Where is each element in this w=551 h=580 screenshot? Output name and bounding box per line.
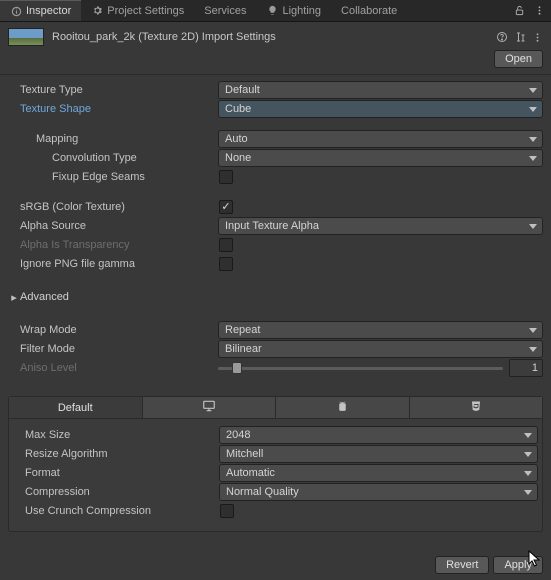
tab-project-settings[interactable]: Project Settings <box>81 0 194 21</box>
monitor-icon <box>202 399 216 416</box>
kebab-icon[interactable] <box>531 3 547 19</box>
component-menu-icon[interactable] <box>532 32 543 43</box>
mapping-dropdown[interactable]: Auto <box>218 130 543 148</box>
tab-label: Inspector <box>26 5 71 17</box>
tab-label: Lighting <box>282 5 321 17</box>
resize-label: Resize Algorithm <box>13 448 219 460</box>
gear-icon <box>91 5 103 17</box>
tab-bar: Inspector Project Settings Services Ligh… <box>0 0 551 22</box>
lock-icon[interactable] <box>511 3 527 19</box>
tab-services[interactable]: Services <box>194 0 256 21</box>
mapping-label: Mapping <box>8 133 218 145</box>
filter-mode-dropdown[interactable]: Bilinear <box>218 340 543 358</box>
format-label: Format <box>13 467 219 479</box>
aniso-label: Aniso Level <box>8 362 218 374</box>
info-icon <box>10 5 22 17</box>
help-icon[interactable] <box>496 31 508 43</box>
advanced-foldout[interactable]: ▸ Advanced <box>8 288 543 306</box>
resize-dropdown[interactable]: Mitchell <box>219 445 538 463</box>
convolution-label: Convolution Type <box>8 152 218 164</box>
crunch-checkbox[interactable] <box>220 504 234 518</box>
revert-button[interactable]: Revert <box>435 556 489 574</box>
fixup-checkbox[interactable] <box>219 170 233 184</box>
srgb-label: sRGB (Color Texture) <box>8 201 218 213</box>
asset-title: Rooitou_park_2k (Texture 2D) Import Sett… <box>52 31 276 43</box>
aniso-slider[interactable] <box>218 361 503 375</box>
filter-mode-label: Filter Mode <box>8 343 218 355</box>
texture-settings: Texture Type Default Texture Shape Cube … <box>0 81 551 386</box>
crunch-label: Use Crunch Compression <box>13 505 219 517</box>
texture-type-dropdown[interactable]: Default <box>218 81 543 99</box>
preset-icon[interactable] <box>514 31 526 43</box>
alpha-source-dropdown[interactable]: Input Texture Alpha <box>218 217 543 235</box>
aniso-field[interactable]: 1 <box>509 359 543 377</box>
platform-tab-label: Default <box>58 402 93 414</box>
tab-label: Project Settings <box>107 5 184 17</box>
open-button[interactable]: Open <box>494 50 543 68</box>
html5-icon <box>470 400 482 415</box>
tab-inspector[interactable]: Inspector <box>0 0 81 21</box>
texture-type-label: Texture Type <box>8 84 218 96</box>
max-size-label: Max Size <box>13 429 219 441</box>
platform-tab-android[interactable] <box>276 397 410 418</box>
apply-button[interactable]: Apply <box>493 556 543 574</box>
platform-settings: Default Max Size 2048 Resize Algorithm M… <box>8 396 543 532</box>
texture-shape-label: Texture Shape <box>8 103 218 115</box>
format-dropdown[interactable]: Automatic <box>219 464 538 482</box>
inspector-header: Rooitou_park_2k (Texture 2D) Import Sett… <box>0 22 551 50</box>
fixup-label: Fixup Edge Seams <box>8 171 218 183</box>
advanced-label: Advanced <box>20 291 69 303</box>
platform-tab-standalone[interactable] <box>143 397 277 418</box>
platform-tab-default[interactable]: Default <box>9 397 143 418</box>
tab-label: Collaborate <box>341 5 397 17</box>
compression-label: Compression <box>13 486 219 498</box>
tab-label: Services <box>204 5 246 17</box>
android-icon <box>336 400 349 416</box>
tab-collaborate[interactable]: Collaborate <box>331 0 407 21</box>
tab-lighting[interactable]: Lighting <box>256 0 331 21</box>
alpha-transparency-checkbox[interactable] <box>219 238 233 252</box>
alpha-transparency-label: Alpha Is Transparency <box>8 239 218 251</box>
compression-dropdown[interactable]: Normal Quality <box>219 483 538 501</box>
wrap-mode-dropdown[interactable]: Repeat <box>218 321 543 339</box>
asset-thumbnail <box>8 28 44 46</box>
alpha-source-label: Alpha Source <box>8 220 218 232</box>
ignore-png-checkbox[interactable] <box>219 257 233 271</box>
platform-tab-webgl[interactable] <box>410 397 543 418</box>
convolution-dropdown[interactable]: None <box>218 149 543 167</box>
max-size-dropdown[interactable]: 2048 <box>219 426 538 444</box>
ignore-png-label: Ignore PNG file gamma <box>8 258 218 270</box>
bulb-icon <box>266 5 278 17</box>
foldout-arrow-icon: ▸ <box>8 291 20 304</box>
texture-shape-dropdown[interactable]: Cube <box>218 100 543 118</box>
srgb-checkbox[interactable] <box>219 200 233 214</box>
wrap-mode-label: Wrap Mode <box>8 324 218 336</box>
